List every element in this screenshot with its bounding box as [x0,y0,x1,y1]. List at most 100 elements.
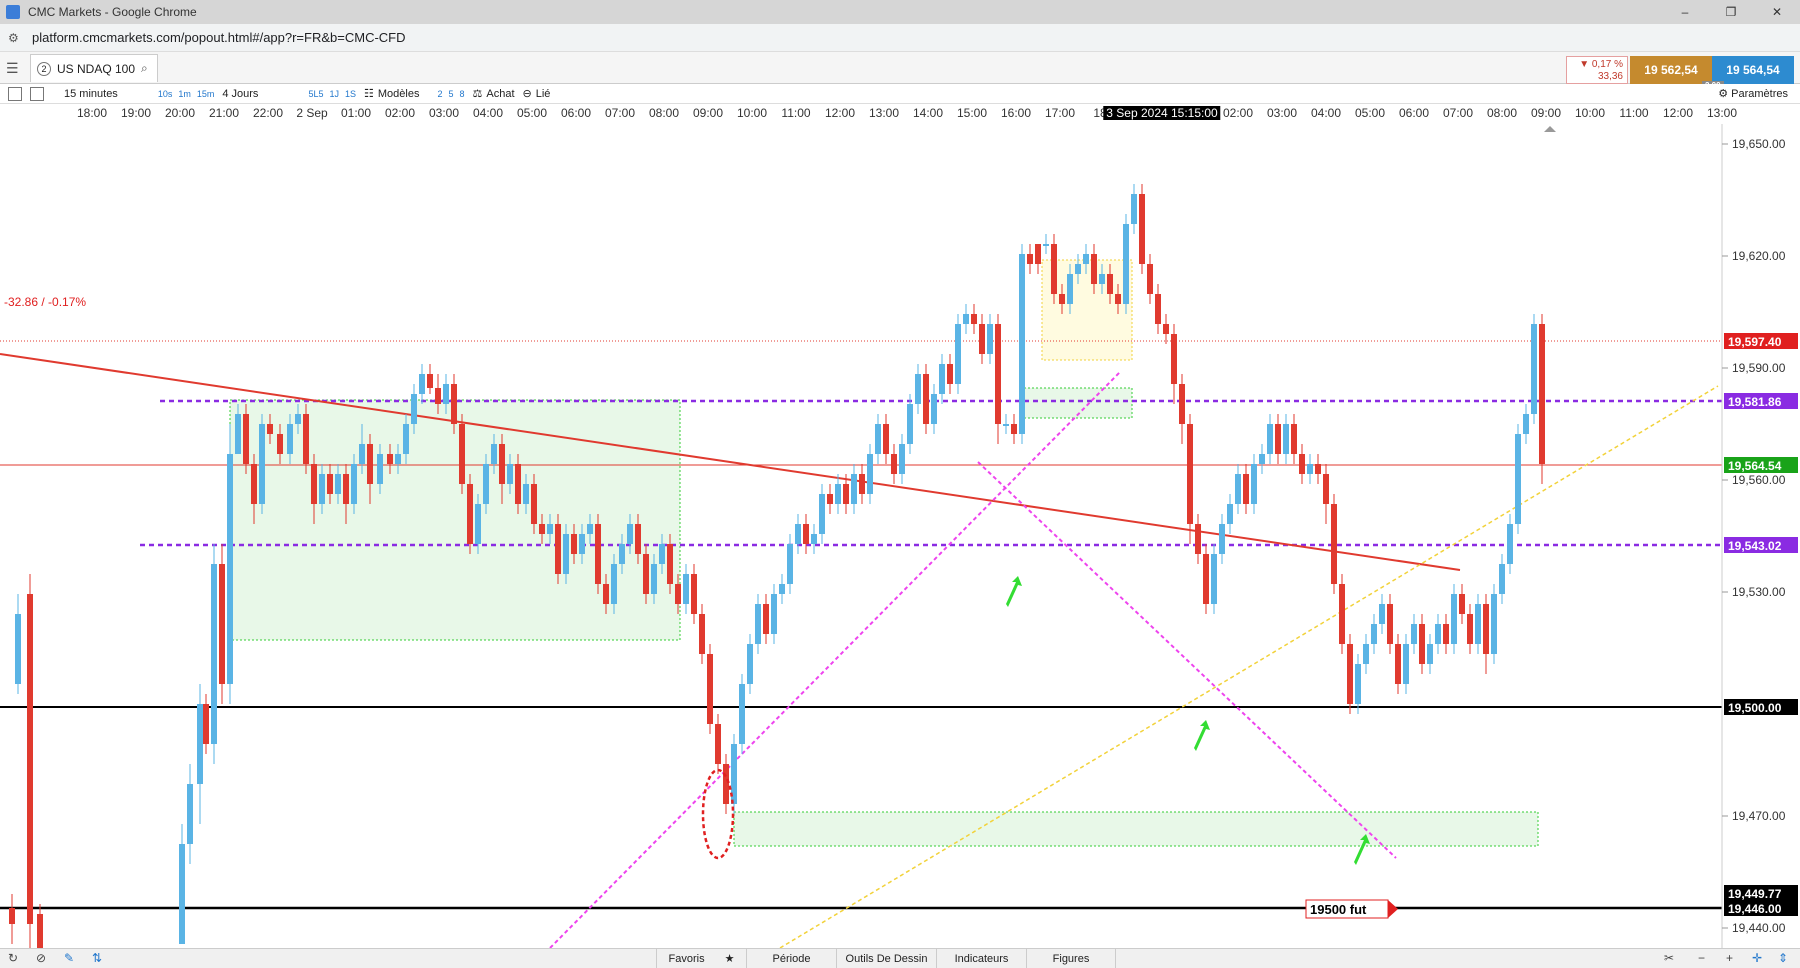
candle-body [1099,274,1105,284]
scissors-icon[interactable]: ✂ [1664,951,1674,965]
candle-body [987,324,993,354]
period-select[interactable]: 4 Jours [222,88,258,100]
chart-svg[interactable]: -32.86 / -0.17% 19500 fut 19,650.00 19,620.… [0,124,1800,949]
range-1s[interactable]: 1S [345,89,356,99]
candle-body [515,464,521,504]
candle-body [1211,554,1217,604]
price-marker-text: 19,446.00 [1728,902,1782,916]
yellow-trendline [779,385,1719,949]
candle-body [443,384,449,404]
prev-close-label: -32.86 / -0.17% [4,295,86,309]
candle-body [1131,194,1137,224]
arrows-icon[interactable]: ⇅ [92,951,102,965]
candle-body [1051,244,1057,294]
model-opt-8[interactable]: 8 [459,89,464,99]
candle-body [699,614,705,654]
figures-button[interactable]: Figures [1026,949,1116,968]
fit-icon[interactable]: ⇕ [1778,951,1788,965]
price-marker-text: 19,449.77 [1728,887,1782,901]
search-icon[interactable]: ⌕ [141,61,148,76]
buy-button[interactable]: ⚖ Achat [473,87,515,101]
zoom-in-icon[interactable]: + [1726,951,1733,965]
candle-body [1299,454,1305,474]
time-axis-label: 06:00 [560,106,592,120]
instrument-tab[interactable]: 2 US NDAQ 100 ⌕ [30,54,158,82]
candle-body [335,474,341,494]
candle-body [419,374,425,394]
minimize-button[interactable]: – [1662,0,1708,24]
range-1j[interactable]: 1J [329,89,339,99]
candle-body [197,704,203,784]
candle-body [739,684,745,744]
interval-select[interactable]: 15 minutes [64,88,118,100]
models-button[interactable]: ☷ Modèles [364,87,419,101]
candle-body [995,324,1001,424]
candle-body [659,544,665,564]
maximize-button[interactable]: ❐ [1708,0,1754,24]
candle-body [1435,624,1441,644]
candle-body [899,444,905,474]
tab-number: 2 [37,61,51,76]
periode-button[interactable]: Période [746,949,836,968]
candle-body [1315,464,1321,474]
price-marker-text: 19,543.02 [1728,539,1782,553]
cancel-icon[interactable]: ⊘ [36,951,46,965]
candle-body [907,404,913,444]
close-button[interactable]: ✕ [1754,0,1800,24]
candle-body [1019,254,1025,434]
candle-body [387,454,393,464]
sell-price-button[interactable]: 19 562,54 [1630,56,1712,84]
candle-body [1123,224,1129,304]
model-opt-5[interactable]: 5 [448,89,453,99]
list-icon[interactable] [8,86,22,101]
candle-body [179,844,185,944]
candle-body [875,424,881,454]
candle-body [1531,324,1537,414]
layout-icon[interactable] [30,86,44,101]
refresh-icon[interactable]: ↻ [8,951,18,965]
range-5l5[interactable]: 5L5 [308,89,323,99]
candle-body [883,424,889,454]
candle-body [1515,434,1521,524]
candle-body [211,564,217,744]
url-text[interactable]: platform.cmcmarkets.com/popout.html#/app… [32,30,406,45]
time-axis-label: 06:00 [1398,106,1430,120]
candle-body [1027,254,1033,264]
model-opt-2[interactable]: 2 [437,89,442,99]
star-icon: ★ [724,953,735,965]
window-controls: – ❐ ✕ [1662,0,1800,24]
candle-body [1347,644,1353,704]
red-trendline [0,353,1461,571]
candle-body [251,464,257,504]
time-axis-label: 11:00 [781,106,811,120]
indicators-button[interactable]: Indicateurs [936,949,1026,968]
change-percent: ▼ 0,17 % [1579,59,1623,70]
interval-10s[interactable]: 10s [158,89,173,99]
settings-button[interactable]: ⚙ Paramètres [1718,87,1788,100]
time-axis-label: 13:00 [1706,106,1738,120]
candle-body [1275,424,1281,454]
time-axis-label: 10:00 [1574,106,1606,120]
candle-body [459,424,465,484]
interval-15m[interactable]: 15m [197,89,215,99]
candle-body [843,484,849,504]
crosshair-icon[interactable]: ✛ [1752,951,1762,965]
linked-button[interactable]: ⊖ Lié [523,87,551,101]
time-axis-label: 19:00 [120,106,152,120]
candle-body [787,544,793,584]
zoom-out-icon[interactable]: − [1698,951,1705,965]
chart-bottom-toolbar: ↻ ⊘ ✎ ⇅ Favoris ★ Période Outils De Dessi… [0,948,1800,968]
candle-body [1059,294,1065,304]
buy-price-button[interactable]: 19 564,54 2,00 [1702,56,1794,90]
price-chart[interactable]: -32.86 / -0.17% 19500 fut 19,650.00 19,620.… [0,124,1800,949]
site-settings-icon[interactable]: ⚙ [8,31,22,45]
candle-body [1331,504,1337,584]
candle-body [867,454,873,494]
hamburger-menu-icon[interactable]: ☰ [6,60,19,77]
favoris-button[interactable]: Favoris ★ [656,949,746,968]
candle-body [1355,664,1361,704]
drawing-tools-button[interactable]: Outils De Dessin [836,949,936,968]
quote-panel: ▼ 0,17 % 33,36 19 562,54 19 564,54 2,00 [1566,56,1794,90]
interval-1m[interactable]: 1m [178,89,191,99]
pencil-icon[interactable]: ✎ [64,951,74,965]
